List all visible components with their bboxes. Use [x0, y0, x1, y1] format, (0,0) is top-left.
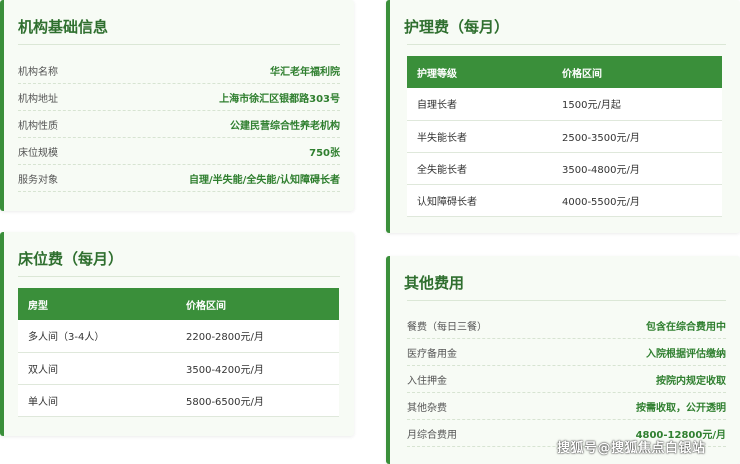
- table-header-row: 护理等级 价格区间: [407, 56, 722, 88]
- table-row: 自理长者 1500元/月起: [407, 88, 722, 121]
- fee-value: 包含在综合费用中: [646, 321, 726, 333]
- info-value: 750张: [309, 147, 340, 159]
- fee-label: 月综合费用: [407, 429, 457, 441]
- table-cell: 3500-4800元/月: [552, 152, 722, 185]
- table-cell: 2500-3500元/月: [552, 120, 722, 153]
- fee-value: 按需收取，公开透明: [636, 402, 726, 414]
- divider: [18, 276, 340, 277]
- table-cell: 单人间: [18, 384, 176, 417]
- table-row: 单人间 5800-6500元/月: [18, 384, 339, 417]
- institution-title: 机构基础信息: [18, 18, 109, 36]
- table-row: 半失能长者 2500-3500元/月: [407, 120, 722, 153]
- table-cell: 5800-6500元/月: [176, 384, 339, 417]
- info-label: 机构名称: [18, 66, 58, 78]
- nursing-fee-title: 护理费（每月）: [404, 18, 510, 36]
- column-header: 房型: [18, 288, 176, 320]
- fee-label: 其他杂费: [407, 402, 447, 414]
- table-cell: 双人间: [18, 352, 176, 385]
- info-row: 服务对象 自理/半失能/全失能/认知障碍长者: [18, 165, 340, 192]
- info-row: 机构名称 华汇老年福利院: [18, 57, 340, 84]
- info-label: 机构地址: [18, 93, 58, 105]
- info-label: 床位规模: [18, 147, 58, 159]
- table-cell: 认知障碍长者: [407, 184, 552, 217]
- column-header: 价格区间: [176, 288, 339, 320]
- info-row: 床位规模 750张: [18, 138, 340, 165]
- column-header: 护理等级: [407, 56, 552, 88]
- nursing-fee-table: 护理等级 价格区间 自理长者 1500元/月起 半失能长者 2500-3500元…: [407, 56, 722, 217]
- bed-fee-table: 房型 价格区间 多人间（3-4人） 2200-2800元/月 双人间 3500-…: [18, 288, 339, 417]
- nursing-fee-card: 护理费（每月） 护理等级 价格区间 自理长者 1500元/月起 半失能长者 25…: [386, 0, 740, 233]
- bed-fee-card: 床位费（每月） 房型 价格区间 多人间（3-4人） 2200-2800元/月 双…: [0, 232, 354, 436]
- divider: [407, 44, 726, 45]
- info-label: 机构性质: [18, 120, 58, 132]
- table-cell: 多人间（3-4人）: [18, 320, 176, 353]
- table-cell: 半失能长者: [407, 120, 552, 153]
- info-row: 机构性质 公建民营综合性养老机构: [18, 111, 340, 138]
- other-fees-card: 其他费用 餐费（每日三餐） 包含在综合费用中 医疗备用金 入院根据评估缴纳 入住…: [386, 256, 740, 464]
- info-value: 自理/半失能/全失能/认知障碍长者: [189, 174, 340, 186]
- institution-card: 机构基础信息 机构名称 华汇老年福利院 机构地址 上海市徐汇区银都路303号 机…: [0, 0, 354, 211]
- info-row: 餐费（每日三餐） 包含在综合费用中: [407, 312, 726, 339]
- table-row: 双人间 3500-4200元/月: [18, 352, 339, 385]
- fee-value: 按院内规定收取: [656, 375, 726, 387]
- info-row: 入住押金 按院内规定收取: [407, 366, 726, 393]
- divider: [18, 44, 340, 45]
- other-fees-title: 其他费用: [404, 274, 465, 292]
- fee-value: 入院根据评估缴纳: [646, 348, 726, 360]
- table-header-row: 房型 价格区间: [18, 288, 339, 320]
- watermark: 搜狐号@搜狐焦点白银站: [557, 441, 706, 456]
- table-row: 全失能长者 3500-4800元/月: [407, 152, 722, 185]
- fee-label: 餐费（每日三餐）: [407, 321, 487, 333]
- bed-fee-title: 床位费（每月）: [18, 250, 124, 268]
- table-cell: 3500-4200元/月: [176, 352, 339, 385]
- table-row: 多人间（3-4人） 2200-2800元/月: [18, 320, 339, 353]
- table-cell: 全失能长者: [407, 152, 552, 185]
- info-label: 服务对象: [18, 174, 58, 186]
- info-row: 其他杂费 按需收取，公开透明: [407, 393, 726, 420]
- table-cell: 自理长者: [407, 88, 552, 121]
- table-cell: 2200-2800元/月: [176, 320, 339, 353]
- info-value: 华汇老年福利院: [270, 66, 340, 78]
- info-row: 医疗备用金 入院根据评估缴纳: [407, 339, 726, 366]
- info-value: 上海市徐汇区银都路303号: [219, 93, 340, 105]
- table-cell: 1500元/月起: [552, 88, 722, 121]
- fee-label: 入住押金: [407, 375, 447, 387]
- info-value: 公建民营综合性养老机构: [230, 120, 340, 132]
- divider: [407, 300, 726, 301]
- column-header: 价格区间: [552, 56, 722, 88]
- info-row: 机构地址 上海市徐汇区银都路303号: [18, 84, 340, 111]
- table-cell: 4000-5500元/月: [552, 184, 722, 217]
- table-row: 认知障碍长者 4000-5500元/月: [407, 184, 722, 217]
- fee-label: 医疗备用金: [407, 348, 457, 360]
